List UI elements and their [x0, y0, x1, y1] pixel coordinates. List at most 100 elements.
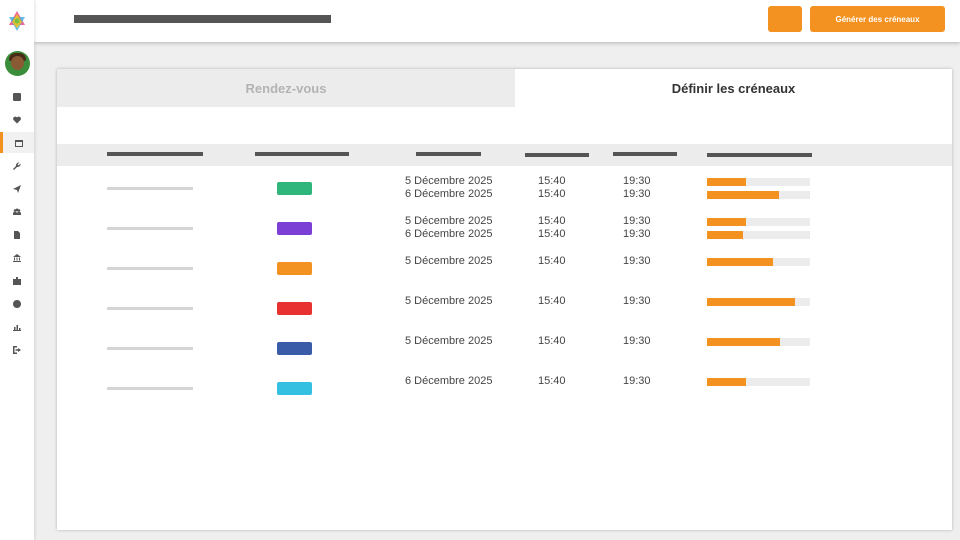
column-header	[107, 152, 203, 156]
sidebar-item[interactable]	[0, 201, 34, 222]
sidebar-item[interactable]	[0, 247, 34, 268]
tab-bar: Rendez-vous Définir les créneaux	[57, 69, 952, 107]
row-name-placeholder	[107, 387, 193, 390]
slot-date: 6 Décembre 2025	[405, 228, 493, 240]
sidebar-item[interactable]	[0, 339, 34, 360]
wrench-icon	[13, 161, 21, 170]
slot-date: 6 Décembre 2025	[405, 188, 493, 200]
clock-icon	[13, 299, 21, 308]
slot-date: 6 Décembre 2025	[405, 375, 493, 387]
slot-start-time: 15:40	[538, 228, 566, 240]
row-name-placeholder	[107, 267, 193, 270]
color-swatch	[277, 262, 312, 275]
slot-start-time: 15:40	[538, 215, 566, 227]
sidebar-item[interactable]	[0, 109, 34, 130]
table-row[interactable]: 5 Décembre 2025 15:40 19:30	[57, 294, 952, 334]
slot-start-time: 15:40	[538, 375, 566, 387]
column-header	[255, 152, 349, 156]
sidebar-item[interactable]	[0, 270, 34, 291]
column-header	[525, 153, 589, 157]
slot-progress-bar	[707, 231, 810, 239]
chart-icon	[13, 324, 21, 331]
calendar-icon	[14, 139, 23, 147]
slot-progress-fill	[707, 258, 773, 266]
column-header	[613, 152, 677, 156]
app-logo-icon[interactable]	[7, 10, 27, 32]
logout-icon	[13, 345, 21, 354]
briefcase-icon	[13, 276, 21, 285]
sidebar-item[interactable]	[0, 132, 34, 153]
color-swatch	[277, 182, 312, 195]
slot-progress-bar	[707, 298, 810, 306]
color-swatch	[277, 222, 312, 235]
page-title-placeholder	[74, 15, 331, 23]
slot-progress-bar	[707, 191, 810, 199]
sidebar-item[interactable]	[0, 178, 34, 199]
generate-slots-button[interactable]: Générer des créneaux	[810, 6, 945, 32]
tab-define-slots[interactable]: Définir les créneaux	[515, 69, 952, 107]
slot-start-time: 15:40	[538, 175, 566, 187]
slot-end-time: 19:30	[623, 188, 651, 200]
slot-date: 5 Décembre 2025	[405, 335, 493, 347]
slots-card: Rendez-vous Définir les créneaux 5 Décem…	[57, 69, 952, 530]
send-icon	[13, 184, 21, 193]
secondary-action-button[interactable]	[768, 6, 802, 32]
slot-end-time: 19:30	[623, 215, 651, 227]
slot-progress-fill	[707, 378, 747, 386]
slot-progress-bar	[707, 178, 810, 186]
slot-progress-fill	[707, 338, 781, 346]
color-swatch	[277, 342, 312, 355]
tab-appointments[interactable]: Rendez-vous	[57, 69, 515, 107]
slot-start-time: 15:40	[538, 295, 566, 307]
sidebar-item[interactable]	[0, 224, 34, 245]
table-row[interactable]: 5 Décembre 2025 15:40 19:30 6 Décembre 2025…	[57, 174, 952, 214]
sidebar-item[interactable]	[0, 155, 34, 176]
slot-date: 5 Décembre 2025	[405, 295, 493, 307]
slot-date: 5 Décembre 2025	[405, 175, 493, 187]
sidebar-item[interactable]	[0, 86, 34, 107]
slot-start-time: 15:40	[538, 255, 566, 267]
table-row[interactable]: 5 Décembre 2025 15:40 19:30 6 Décembre 2025…	[57, 214, 952, 254]
document-icon	[14, 230, 20, 239]
sidebar	[0, 0, 34, 540]
slot-progress-bar	[707, 258, 810, 266]
slot-progress-bar	[707, 338, 810, 346]
grid-icon	[13, 92, 21, 101]
slot-progress-bar	[707, 218, 810, 226]
sidebar-item[interactable]	[0, 316, 34, 337]
slot-date: 5 Décembre 2025	[405, 215, 493, 227]
table-header	[57, 144, 952, 166]
row-name-placeholder	[107, 347, 193, 350]
slot-date: 5 Décembre 2025	[405, 255, 493, 267]
row-name-placeholder	[107, 227, 193, 230]
bank-icon	[13, 253, 21, 262]
table-row[interactable]: 6 Décembre 2025 15:40 19:30	[57, 374, 952, 414]
slot-start-time: 15:40	[538, 188, 566, 200]
slot-progress-fill	[707, 298, 795, 306]
slot-progress-fill	[707, 231, 744, 239]
sidebar-item[interactable]	[0, 293, 34, 314]
slot-end-time: 19:30	[623, 295, 651, 307]
row-name-placeholder	[107, 187, 193, 190]
table-row[interactable]: 5 Décembre 2025 15:40 19:30	[57, 334, 952, 374]
slot-start-time: 15:40	[538, 335, 566, 347]
heart-icon	[13, 116, 21, 123]
column-header	[707, 153, 812, 157]
slot-end-time: 19:30	[623, 335, 651, 347]
column-header	[416, 152, 481, 156]
row-name-placeholder	[107, 307, 193, 310]
slot-end-time: 19:30	[623, 375, 651, 387]
users-icon	[13, 208, 21, 215]
slot-end-time: 19:30	[623, 175, 651, 187]
color-swatch	[277, 302, 312, 315]
top-header: Générer des créneaux	[34, 0, 960, 42]
slot-progress-fill	[707, 178, 747, 186]
slot-progress-bar	[707, 378, 810, 386]
slot-progress-fill	[707, 191, 780, 199]
user-avatar[interactable]	[5, 51, 30, 76]
slot-end-time: 19:30	[623, 228, 651, 240]
color-swatch	[277, 382, 312, 395]
slot-end-time: 19:30	[623, 255, 651, 267]
table-row[interactable]: 5 Décembre 2025 15:40 19:30	[57, 254, 952, 294]
slot-progress-fill	[707, 218, 747, 226]
